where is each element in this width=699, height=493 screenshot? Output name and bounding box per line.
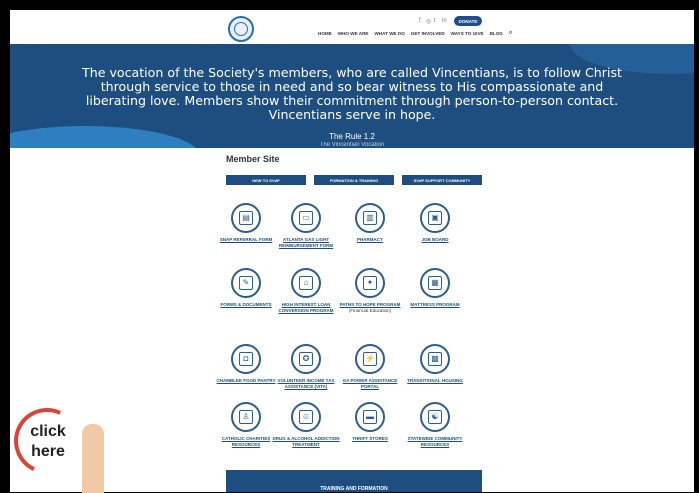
training-formation-label: TRAINING AND FORMATION <box>320 486 388 492</box>
click-here-label: click here <box>30 423 66 460</box>
icon-glyph: ▩ <box>428 352 442 366</box>
nav-item-blog[interactable]: BLOG <box>490 31 503 37</box>
main-nav: HOME WHO WE ARE WHAT WE DO GET INVOLVED … <box>318 30 512 37</box>
resource-link[interactable]: HIGH INTEREST LOAN CONVERSION PROGRAM <box>271 302 341 314</box>
svdp-logo[interactable] <box>228 16 254 42</box>
icon-glyph: ▭ <box>299 211 313 225</box>
icon-glyph: ✪ <box>299 352 313 366</box>
resource-link[interactable]: TRANSITIONAL HOUSING <box>400 378 470 384</box>
logo-emblem <box>234 22 248 36</box>
tab-support-community[interactable]: SVdP SUPPORT COMMUNITY <box>402 175 482 185</box>
resource-link[interactable]: PHARMACY <box>335 237 405 243</box>
facebook-icon[interactable]: f <box>419 18 421 24</box>
resource-link[interactable]: ATLANTA GAS LIGHT REIMBURSEMENT FORM <box>271 237 341 249</box>
resource-item[interactable]: ▬ THRIFT STORES <box>335 402 405 442</box>
training-formation-banner: TRAINING AND FORMATION <box>226 470 482 492</box>
nav-item-who-we-are[interactable]: WHO WE ARE <box>338 31 369 37</box>
resource-sublabel: (Financial Education) <box>348 308 392 313</box>
financial-education-icon[interactable]: ✦ <box>355 268 385 298</box>
icon-glyph: ▬ <box>363 410 377 424</box>
pointing-hand-icon <box>82 424 104 493</box>
resource-link[interactable]: MATTRESS PROGRAM <box>400 302 470 308</box>
housing-icon[interactable]: ▩ <box>420 344 450 374</box>
tax-icon[interactable]: ✪ <box>291 344 321 374</box>
hero-citation: The Rule 1.2 <box>329 132 375 141</box>
pharmacy-icon[interactable]: ▥ <box>355 203 385 233</box>
icon-glyph: ▥ <box>363 211 377 225</box>
icon-glyph: ▤ <box>239 211 253 225</box>
icon-glyph: ⌂ <box>299 276 313 290</box>
resource-item[interactable]: ▦ MATTRESS PROGRAM <box>400 268 470 308</box>
resource-link[interactable]: THRIFT STORES <box>335 436 405 442</box>
resource-link[interactable]: VOLUNTEER INCOME TAX ASSISTANCE (VITA) <box>271 378 341 390</box>
icon-glyph: ☯ <box>428 410 442 424</box>
resource-item[interactable]: ☺ DRUG & ALCOHOL ADDICTION TREATMENT <box>271 402 341 448</box>
hero-banner: The vocation of the Society's members, w… <box>10 44 694 148</box>
mattress-icon[interactable]: ▦ <box>420 268 450 298</box>
resource-link[interactable]: DRUG & ALCOHOL ADDICTION TREATMENT <box>271 436 341 448</box>
resource-item[interactable]: ⚡ GA POWER ASSISTANCE PORTAL <box>335 344 405 390</box>
hero-quote: The vocation of the Society's members, w… <box>82 65 622 122</box>
icon-glyph: ▦ <box>428 276 442 290</box>
icon-glyph: ⚡ <box>363 352 377 366</box>
site-header: f ◎ t in DONATE HOME WHO WE ARE WHAT WE … <box>10 10 694 44</box>
resource-item[interactable]: ▥ PHARMACY <box>335 203 405 243</box>
resource-link[interactable]: JOB BOARD <box>400 237 470 243</box>
nav-item-home[interactable]: HOME <box>318 31 332 37</box>
food-pantry-icon[interactable]: ◘ <box>231 344 261 374</box>
twitter-icon[interactable]: t <box>434 18 436 24</box>
documents-icon[interactable]: ✎ <box>231 268 261 298</box>
nav-item-get-involved[interactable]: GET INVOLVED <box>411 31 445 37</box>
resource-item[interactable]: ✪ VOLUNTEER INCOME TAX ASSISTANCE (VITA) <box>271 344 341 390</box>
resource-link[interactable]: STATEWIDE COMMUNITY RESOURCES <box>400 436 470 448</box>
thrift-store-icon[interactable]: ▬ <box>355 402 385 432</box>
resource-item[interactable]: ▭ ATLANTA GAS LIGHT REIMBURSEMENT FORM <box>271 203 341 249</box>
icon-glyph: ✎ <box>239 276 253 290</box>
addiction-treatment-icon[interactable]: ☺ <box>291 402 321 432</box>
hero-subheading: The Vincentian Vocation <box>319 142 385 148</box>
icon-glyph: ✦ <box>363 276 377 290</box>
resource-item[interactable]: ▩ TRANSITIONAL HOUSING <box>400 344 470 384</box>
click-here-overlay[interactable]: click here <box>4 398 120 493</box>
linkedin-icon[interactable]: in <box>442 18 447 24</box>
member-site-title: Member Site <box>226 154 280 164</box>
icon-glyph: ♙ <box>239 410 253 424</box>
job-board-icon[interactable]: ▣ <box>420 203 450 233</box>
icon-glyph: ◘ <box>239 352 253 366</box>
resource-item[interactable]: ☯ STATEWIDE COMMUNITY RESOURCES <box>400 402 470 448</box>
charities-icon[interactable]: ♙ <box>231 402 261 432</box>
instagram-icon[interactable]: ◎ <box>426 18 431 25</box>
member-tabs: NEW TO SVdP FORMATION & TRAINING SVdP SU… <box>226 175 482 185</box>
resource-item[interactable]: ⌂ HIGH INTEREST LOAN CONVERSION PROGRAM <box>271 268 341 314</box>
icon-glyph: ▣ <box>428 211 442 225</box>
donate-button[interactable]: DONATE <box>454 16 482 26</box>
resource-link[interactable]: GA POWER ASSISTANCE PORTAL <box>335 378 405 390</box>
nav-item-what-we-do[interactable]: WHAT WE DO <box>375 31 405 37</box>
power-icon[interactable]: ⚡ <box>355 344 385 374</box>
search-icon[interactable]: ⌕ <box>509 30 512 37</box>
loan-icon[interactable]: ⌂ <box>291 268 321 298</box>
community-resources-icon[interactable]: ☯ <box>420 402 450 432</box>
resource-item[interactable]: ✦ PATHS TO HOPE PROGRAM (Financial Educati… <box>335 268 405 314</box>
resource-item[interactable]: ▣ JOB BOARD <box>400 203 470 243</box>
icon-glyph: ☺ <box>299 410 313 424</box>
gas-bill-icon[interactable]: ▭ <box>291 203 321 233</box>
tab-new-to-svdp[interactable]: NEW TO SVdP <box>226 175 306 185</box>
nav-item-ways-to-give[interactable]: WAYS TO GIVE <box>451 31 484 37</box>
tab-formation-training[interactable]: FORMATION & TRAINING <box>314 175 394 185</box>
form-icon[interactable]: ▤ <box>231 203 261 233</box>
